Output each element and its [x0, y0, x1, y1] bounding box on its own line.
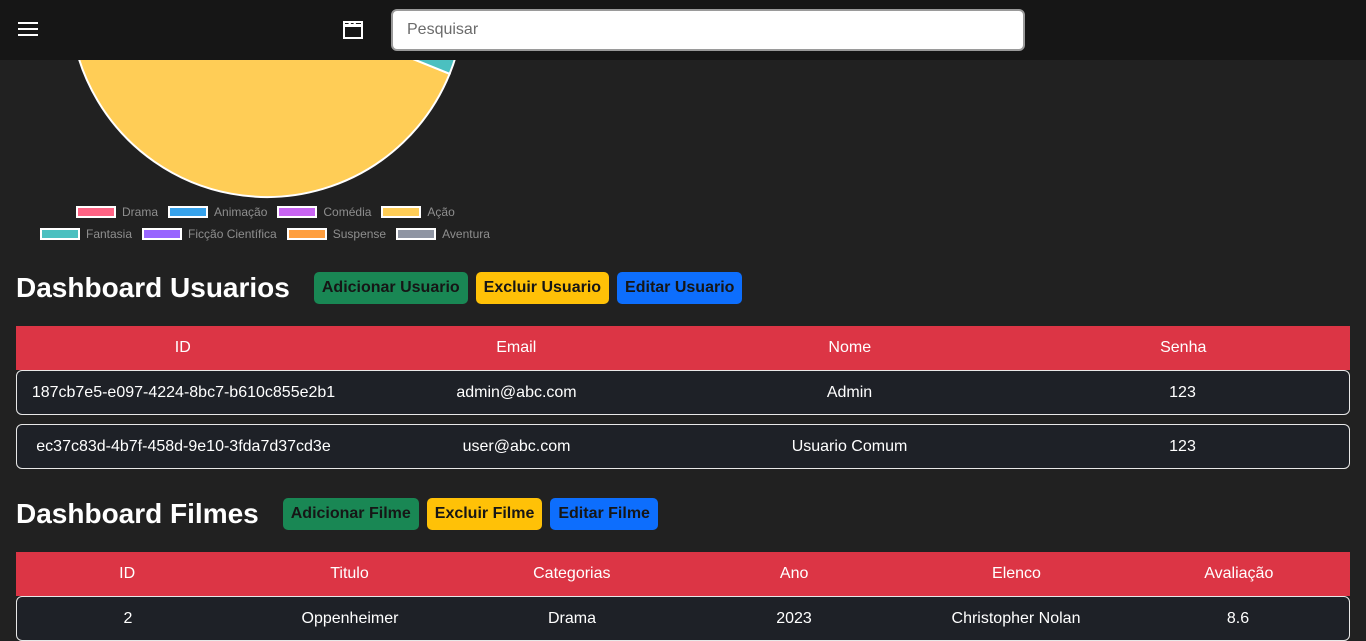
legend-swatch	[40, 228, 80, 240]
cell-id: 187cb7e5-e097-4224-8bc7-b610c855e2b1	[31, 383, 336, 401]
column-header: ID	[119, 565, 136, 582]
table-row[interactable]: 187cb7e5-e097-4224-8bc7-b610c855e2b1 adm…	[16, 370, 1350, 415]
legend-swatch	[168, 206, 209, 218]
column-header: Categorias	[533, 565, 611, 582]
legend-label: Animação	[214, 205, 268, 219]
users-table-header: ID Email Nome Senha	[16, 326, 1350, 370]
users-section-header: Dashboard Usuarios Adicionar Usuario Exc…	[16, 272, 750, 304]
cell-email: admin@abc.com	[456, 383, 577, 401]
edit-user-button[interactable]: Editar Usuario	[617, 272, 743, 304]
column-header: ID	[174, 339, 191, 356]
legend-item[interactable]: Aventura	[396, 227, 490, 241]
films-section-header: Dashboard Filmes Adicionar Filme Excluir…	[16, 498, 666, 530]
legend-item[interactable]: Suspense	[286, 227, 387, 241]
legend-item[interactable]: Comédia	[277, 205, 371, 219]
legend-label: Aventura	[442, 227, 490, 241]
legend-label: Fantasia	[86, 227, 133, 241]
legend-item[interactable]: Ficção Científica	[142, 227, 277, 241]
cell-email: user@abc.com	[462, 437, 571, 455]
delete-user-button[interactable]: Excluir Usuario	[475, 272, 610, 304]
legend-item[interactable]: Fantasia	[40, 227, 132, 241]
table-row[interactable]: 2 Oppenheimer Drama 2023 Christopher Nol…	[16, 596, 1350, 641]
column-header: Titulo	[330, 565, 369, 582]
column-header: Nome	[828, 339, 872, 356]
films-dashboard-title: Dashboard Filmes	[16, 498, 259, 529]
cell-year: 2023	[776, 609, 812, 627]
legend-item[interactable]: Animação	[168, 205, 267, 219]
legend-swatch	[396, 228, 437, 240]
column-header: Elenco	[992, 565, 1041, 582]
cell-title: Oppenheimer	[301, 609, 399, 627]
add-user-button[interactable]: Adicionar Usuario	[313, 272, 468, 304]
legend-swatch	[142, 228, 183, 240]
legend-item[interactable]: Ação	[381, 205, 455, 219]
films-table-header: ID Titulo Categorias Ano Elenco Avaliaçã…	[16, 552, 1350, 596]
column-header: Ano	[779, 565, 809, 582]
legend-swatch	[286, 228, 327, 240]
legend-label: Suspense	[332, 227, 387, 241]
edit-film-button[interactable]: Editar Filme	[550, 498, 658, 530]
delete-film-button[interactable]: Excluir Filme	[426, 498, 543, 530]
cell-name: Usuario Comum	[791, 437, 908, 455]
column-header: Avaliação	[1204, 565, 1274, 582]
cell-rating: 8.6	[1226, 609, 1250, 627]
add-film-button[interactable]: Adicionar Filme	[282, 498, 419, 530]
cell-password: 123	[1169, 383, 1196, 401]
cell-password: 123	[1169, 437, 1196, 455]
clapperboard-icon[interactable]	[342, 19, 364, 41]
cell-name: Admin	[826, 383, 873, 401]
legend-label: Ação	[427, 205, 455, 219]
legend-swatch	[381, 206, 422, 218]
cell-id: ec37c83d-4b7f-458d-9e10-3fda7d37cd3e	[36, 437, 331, 455]
table-row[interactable]: ec37c83d-4b7f-458d-9e10-3fda7d37cd3e use…	[16, 424, 1350, 469]
legend-item[interactable]: Drama	[76, 205, 158, 219]
legend-label: Drama	[122, 205, 159, 219]
column-header: Email	[496, 339, 537, 356]
legend-swatch	[76, 206, 116, 218]
legend-swatch	[277, 206, 318, 218]
cell-cast: Christopher Nolan	[951, 609, 1081, 627]
users-dashboard-title: Dashboard Usuarios	[16, 272, 290, 303]
cell-id: 2	[123, 609, 133, 627]
legend-label: Comédia	[323, 205, 372, 219]
column-header: Senha	[1160, 339, 1207, 356]
hamburger-menu-icon[interactable]	[18, 22, 38, 38]
cell-categories: Drama	[547, 609, 596, 627]
top-navbar	[0, 0, 1366, 60]
legend-label: Ficção Científica	[188, 227, 277, 241]
search-input[interactable]	[391, 9, 1025, 51]
